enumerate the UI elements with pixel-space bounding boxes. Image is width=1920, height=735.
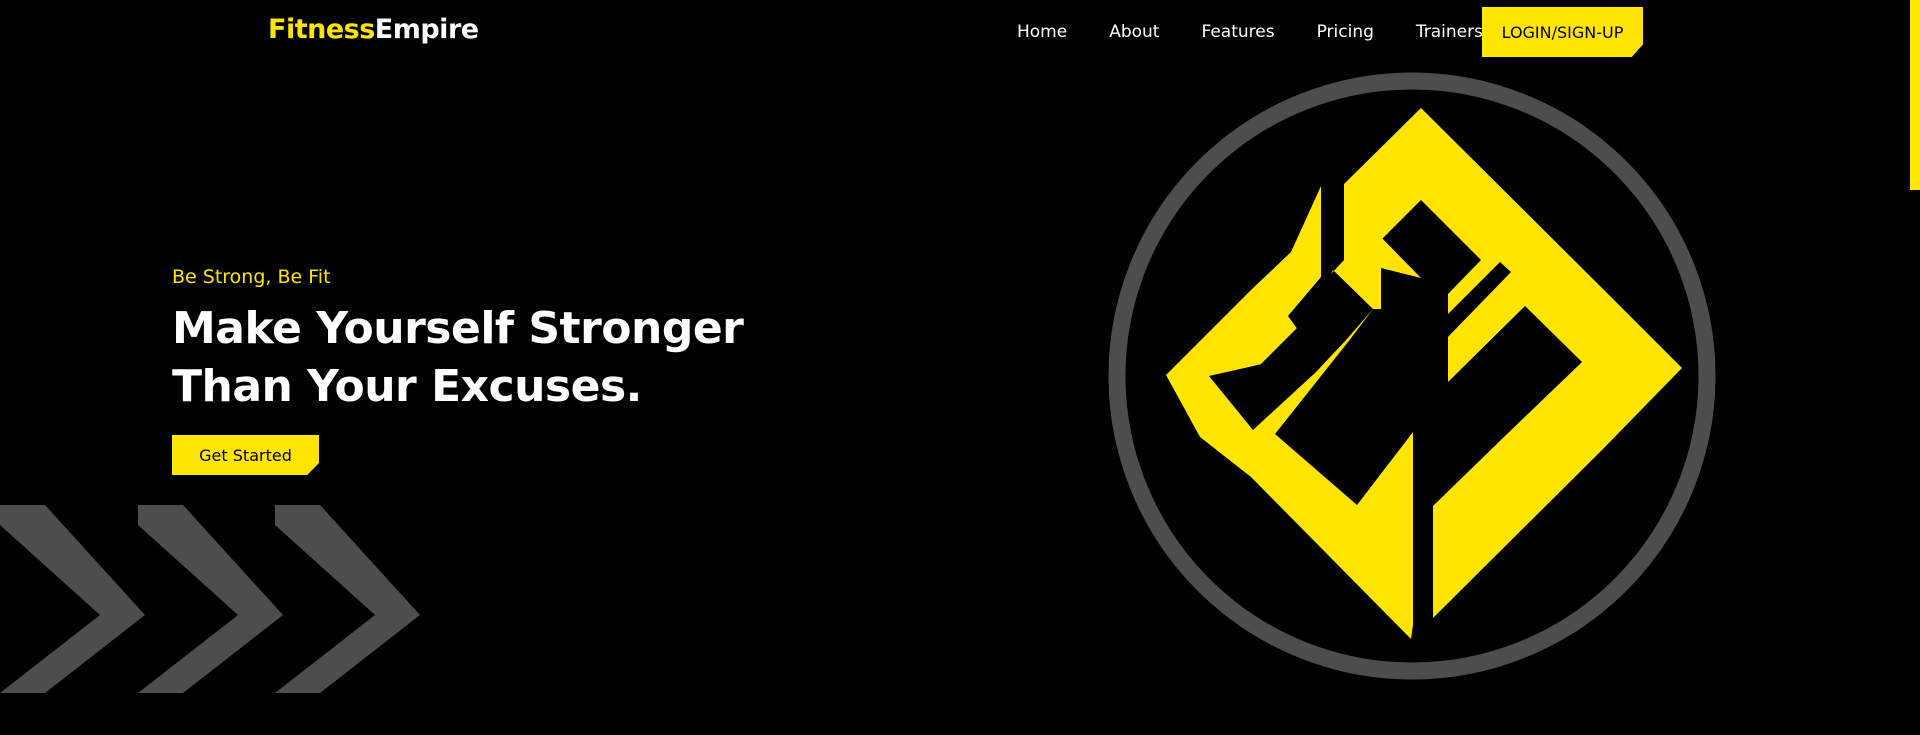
get-started-button[interactable]: Get Started: [172, 435, 319, 475]
hero-headline: Make Yourself Stronger Than Your Excuses…: [172, 300, 744, 416]
chevron-1: [0, 505, 145, 693]
emblem-left-half: [1166, 186, 1421, 639]
page: FitnessEmpire Home About Features Pricin…: [0, 0, 1920, 735]
login-signup-button[interactable]: LOGIN/SIGN-UP: [1482, 7, 1643, 57]
main-nav: Home About Features Pricing Trainers: [996, 7, 1504, 57]
hero-tagline: Be Strong, Be Fit: [172, 266, 331, 288]
hero-headline-line1: Make Yourself Stronger: [172, 303, 744, 354]
hero-headline-line2: Than Your Excuses.: [172, 361, 642, 412]
nav-item-home[interactable]: Home: [1017, 22, 1067, 42]
chevron-right-icon: [0, 505, 420, 693]
nav-item-trainers[interactable]: Trainers: [1416, 22, 1483, 42]
fitness-empire-emblem-icon: [1108, 72, 1716, 680]
chevron-3: [275, 505, 420, 693]
scroll-progress-indicator: [1910, 0, 1920, 190]
chevron-2: [138, 505, 283, 693]
nav-item-features[interactable]: Features: [1201, 22, 1274, 42]
nav-item-pricing[interactable]: Pricing: [1317, 22, 1374, 42]
brand-logo[interactable]: FitnessEmpire: [268, 14, 479, 45]
brand-logo-part2: Empire: [374, 14, 479, 45]
brand-logo-part1: Fitness: [268, 14, 375, 45]
nav-item-about[interactable]: About: [1109, 22, 1159, 42]
